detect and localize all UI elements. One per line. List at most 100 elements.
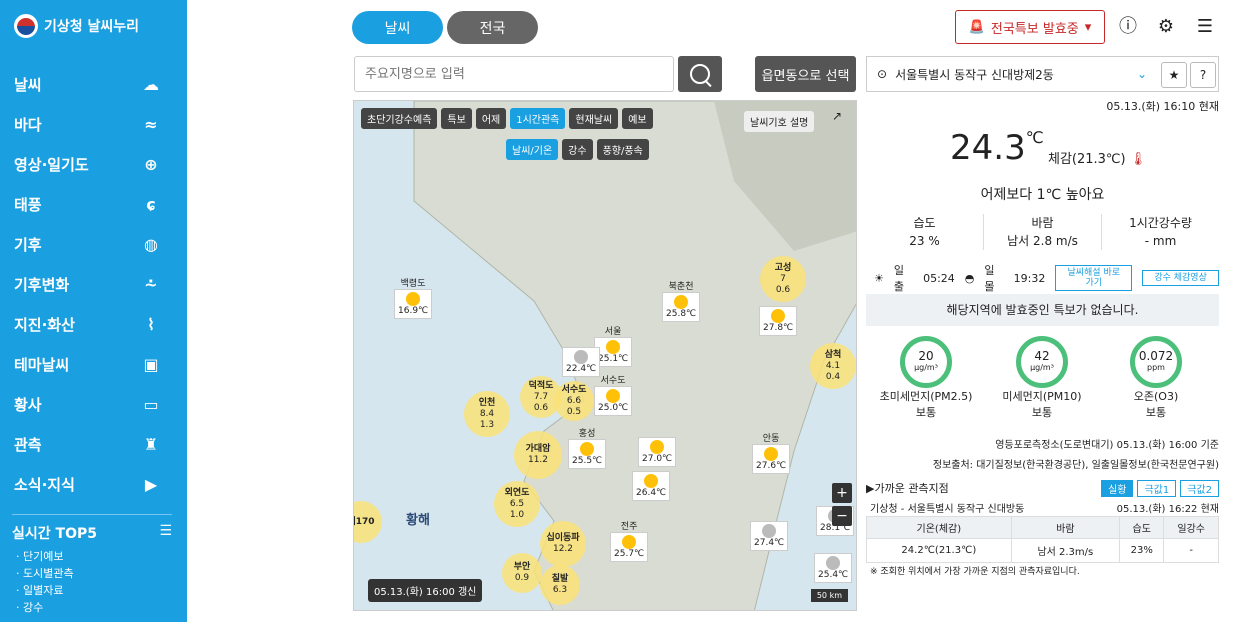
air-quality-pm25[interactable]: 20 μg/m³ 초미세먼지(PM2.5) 보통 [876, 336, 976, 420]
sublayer-rain[interactable]: 강수 [562, 139, 593, 160]
menu-icon[interactable]: ☰ [1194, 16, 1216, 38]
feels-like: 체감(21.3℃) 🌡 [1048, 152, 1147, 167]
station-marker[interactable]: 안동 27.6℃ [752, 431, 791, 474]
top5-header[interactable]: 실시간 TOP5 ☰ [12, 514, 172, 543]
wind-stat: 바람남서 2.8 m/s [984, 214, 1102, 250]
air-quality-pm10[interactable]: 42 μg/m³ 미세먼지(PM10) 보통 [992, 336, 1092, 420]
wind-bubble[interactable]: 외연도 6.5 1.0 [494, 481, 540, 527]
station-marker[interactable]: 27.8℃ [759, 306, 798, 336]
favorite-star-icon[interactable]: ★ [1161, 62, 1187, 88]
sun-cloud-icon [606, 389, 621, 403]
station-marker[interactable]: 백령도 16.9℃ [394, 276, 433, 319]
stat-label: 바람 [1031, 216, 1054, 230]
wind-bubble[interactable]: 칠발 6.3 [540, 565, 580, 605]
nav-climate-change[interactable]: 기후변화 ⩪ [0, 264, 187, 304]
air-quality-ozone[interactable]: 0.072 ppm 오존(O3) 보통 [1106, 336, 1206, 420]
table-note: ※ 조회한 위치에서 가장 가까운 지점의 관측자료입니다. [870, 567, 1080, 577]
observation-table: 기온(체감) 바람 습도 일강수 24.2℃(21.3℃) 남서 2.3m/s 23% - [866, 516, 1219, 563]
nav-images[interactable]: 영상·일기도 ⊕ [0, 144, 187, 184]
nav-typhoon[interactable]: 태풍 ɕ [0, 184, 187, 224]
station-marker[interactable]: 27.0℃ [638, 437, 677, 467]
layer-1hour[interactable]: 1시간관측 [510, 108, 566, 129]
legend-button[interactable]: 날씨기호 설명 [744, 111, 815, 132]
crosshair-icon[interactable]: ⊙ [877, 67, 887, 81]
layer-alert[interactable]: 특보 [441, 108, 472, 129]
station-marker[interactable]: 전주 25.7℃ [610, 519, 649, 562]
wind-bubble[interactable]: 부안 0.9 [502, 553, 542, 593]
nav-observation[interactable]: 관측 ♜ [0, 424, 187, 464]
weather-map[interactable]: 초단기강수예측 특보 어제 1시간관측 현재날씨 예보 날씨/기온 강수 풍향/… [353, 100, 857, 611]
tab-nation[interactable]: 전국 [447, 11, 538, 44]
top5-item[interactable]: 단기예보 [16, 548, 74, 565]
sunrise-icon: ☀ [874, 271, 884, 285]
globe-icon: ◍ [144, 234, 158, 254]
map-layer-toolbar: 초단기강수예측 특보 어제 1시간관측 현재날씨 예보 [361, 108, 653, 129]
gear-icon[interactable]: ⚙ [1155, 16, 1177, 38]
heat-icon: ⩪ [144, 274, 158, 294]
help-button[interactable]: ? [1190, 62, 1216, 88]
app-title: 기상청 날씨누리 [44, 19, 140, 35]
location-selector[interactable]: ⊙ 서울특별시 동작구 신대방제2동 ⌄ ★ ? [866, 56, 1219, 92]
nav-theme[interactable]: 테마날씨 ▣ [0, 344, 187, 384]
wind-bubble[interactable]: 삼척 4.1 0.4 [810, 343, 856, 389]
radar-button[interactable]: 강수 체감영상 [1142, 270, 1220, 286]
nation-alert-button[interactable]: 🚨 전국특보 발효중 ▾ [955, 10, 1105, 44]
nav-sea[interactable]: 바다 ≈ [0, 104, 187, 144]
station-marker[interactable]: 25.4℃ [814, 553, 853, 583]
layer-yesterday[interactable]: 어제 [475, 108, 507, 129]
info-icon[interactable]: ⓘ [1117, 16, 1139, 38]
sublayer-weather-temp[interactable]: 날씨/기온 [506, 139, 559, 160]
quake-icon: ⌇ [147, 314, 155, 334]
layer-current[interactable]: 현재날씨 [569, 108, 619, 129]
tab-weather[interactable]: 날씨 [352, 11, 443, 44]
search-input[interactable] [354, 56, 674, 92]
sunset-icon: ◓ [964, 271, 975, 285]
stat-value: 남서 2.8 m/s [1007, 234, 1078, 248]
zoom-in-button[interactable]: + [832, 483, 852, 503]
layer-nowcast[interactable]: 초단기강수예측 [361, 108, 438, 129]
nav-weather[interactable]: 날씨 ☁ [0, 64, 187, 104]
sun-cloud-icon [622, 535, 637, 549]
tab-extreme2[interactable]: 극값2 [1180, 480, 1219, 497]
bag-icon: ▣ [143, 354, 159, 374]
wind-bubble[interactable]: 인천 8.4 1.3 [464, 391, 510, 437]
station-marker[interactable]: 북춘천 25.8℃ [662, 279, 701, 322]
sublayer-wind[interactable]: 풍향/풍속 [596, 139, 649, 160]
nav-dust[interactable]: 황사 ▭ [0, 384, 187, 424]
table-row: 24.2℃(21.3℃) 남서 2.3m/s 23% - [866, 538, 1219, 563]
tab-live[interactable]: 실황 [1101, 480, 1134, 497]
sun-row: ☀ 일출 05:24 ◓ 일몰 19:32 날씨해설 바로가기 강수 체감영상 [874, 262, 1220, 294]
top5-item[interactable]: 도시별관측 [16, 565, 74, 582]
top5-item[interactable]: 강수 [16, 599, 74, 616]
layer-forecast[interactable]: 예보 [622, 108, 653, 129]
wind-bubble[interactable]: 서수도 6.6 0.5 [554, 381, 594, 421]
stat-value: - mm [1144, 234, 1177, 248]
nav-earthquake[interactable]: 지진·화산 ⌇ [0, 304, 187, 344]
sidebar: 기상청 날씨누리 날씨 ☁ 바다 ≈ 영상·일기도 ⊕ 태풍 ɕ 기후 ◍ 기후변화 ⩪ 지… [0, 0, 187, 622]
top5-item[interactable]: 일별자료 [16, 582, 74, 599]
data-source: 정보출처: 대기질정보(한국환경공단), 일출일몰정보(한국천문연구원) [932, 460, 1219, 471]
wind-bubble[interactable]: 십이동파 12.2 [540, 521, 586, 567]
search-button[interactable] [678, 56, 722, 92]
siren-icon: 🚨 [968, 19, 985, 35]
station-marker[interactable]: 홍성 25.5℃ [568, 426, 607, 469]
wave-icon: ≈ [144, 114, 158, 134]
tab-extreme1[interactable]: 극값1 [1137, 480, 1177, 497]
region-select-button[interactable]: 읍면동으로 선택 [755, 56, 856, 92]
station-marker[interactable]: 27.4℃ [750, 521, 789, 551]
station-marker[interactable]: 서수도 25.0℃ [594, 373, 633, 416]
station-marker[interactable]: 26.4℃ [632, 471, 671, 501]
external-link-icon[interactable]: ↗ [832, 109, 842, 123]
wind-bubble[interactable]: 고성 7 0.6 [760, 256, 806, 302]
wind-bubble[interactable]: 가대암 11.2 [514, 431, 562, 479]
commentary-button[interactable]: 날씨해설 바로가기 [1055, 265, 1133, 291]
nearby-station-header: ▶가까운 관측지점 실황 극값1 극값2 [866, 480, 1219, 497]
map-update-time: 05.13.(화) 16:00 갱신 [368, 579, 483, 602]
main-nav: 날씨 ☁ 바다 ≈ 영상·일기도 ⊕ 태풍 ɕ 기후 ◍ 기후변화 ⩪ 지진·화산 ⌇ 테마날… [0, 64, 187, 504]
logo[interactable]: 기상청 날씨누리 [14, 14, 139, 38]
nav-news[interactable]: 소식·지식 ▶ [0, 464, 187, 504]
zoom-out-button[interactable]: − [832, 506, 852, 526]
map-sublayer-toolbar: 날씨/기온 강수 풍향/풍속 [506, 139, 649, 160]
nav-climate[interactable]: 기후 ◍ [0, 224, 187, 264]
chevron-down-icon[interactable]: ⌄ [1137, 67, 1147, 81]
